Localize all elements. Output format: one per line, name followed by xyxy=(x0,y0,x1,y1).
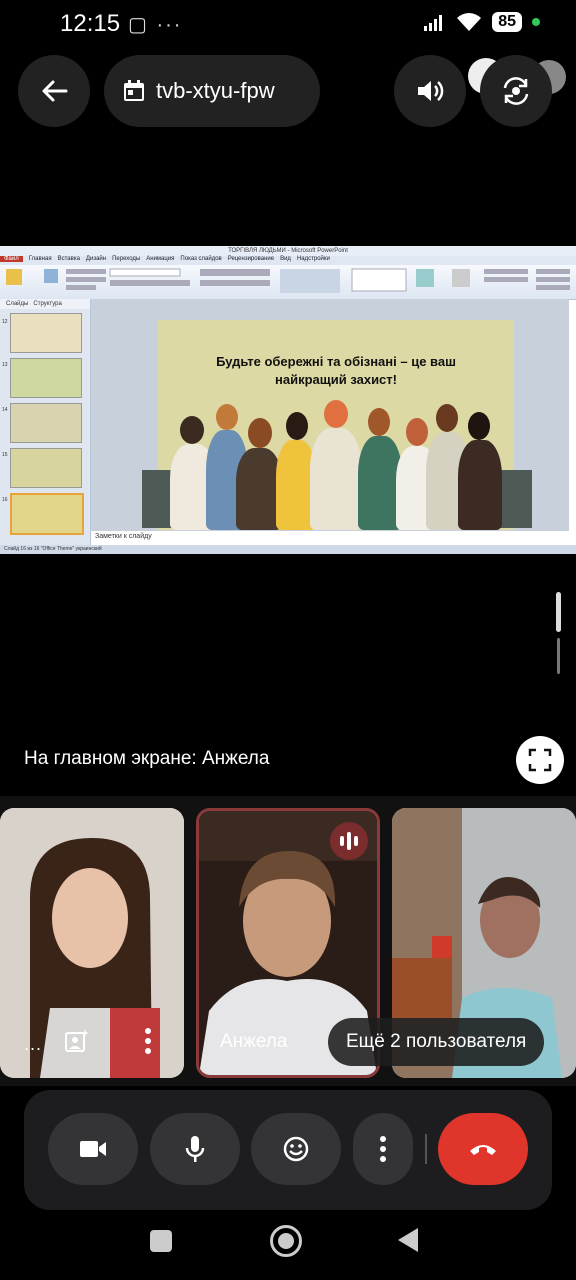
slide-notes: Заметки к слайду xyxy=(91,531,569,543)
calendar-icon xyxy=(124,80,144,101)
more-vert-icon xyxy=(145,1028,151,1054)
ppt-sidebar-tabs: Слайды Структура xyxy=(0,299,90,309)
status-notification-icons: ▢ ··· xyxy=(128,14,183,36)
slide-text: Будьте обережні та обізнані – це ваш най… xyxy=(216,354,456,387)
ppt-tab: Дизайн xyxy=(85,256,107,262)
meeting-code: tvb-xtyu-fpw xyxy=(156,78,275,103)
mic-button[interactable] xyxy=(150,1113,240,1185)
ppt-tab: Переходы xyxy=(112,256,141,262)
ppt-tab: Показ слайдов xyxy=(180,256,222,262)
thumb-number: 13 xyxy=(2,362,8,368)
ppt-tab: Рецензирование xyxy=(227,256,275,262)
fullscreen-icon xyxy=(528,748,552,772)
more-options-button[interactable] xyxy=(353,1113,413,1185)
controls-divider xyxy=(425,1134,427,1164)
ppt-slide-panel: Слайды Структура 12 13 14 15 16 xyxy=(0,299,91,545)
tile-menu-button[interactable] xyxy=(142,1026,154,1061)
nav-home-inner xyxy=(278,1233,294,1249)
ppt-ribbon-tabs: Файл Главная Вставка Дизайн Переходы Анимация… xyxy=(0,256,576,265)
ppt-window-title: ТОРГІВЛЯ ЛЮДЬМИ - Microsoft PowerPoint xyxy=(0,246,576,256)
thumb-number: 12 xyxy=(2,319,8,325)
wifi-icon xyxy=(457,13,482,31)
slide-thumbnail-selected[interactable] xyxy=(10,493,84,535)
current-slide xyxy=(142,320,532,530)
ppt-tab: Вид xyxy=(280,256,291,262)
speaking-indicator xyxy=(330,822,368,860)
end-call-button[interactable] xyxy=(438,1113,528,1185)
reactions-button[interactable] xyxy=(251,1113,341,1185)
screen-share[interactable]: ТОРГІВЛЯ ЛЮДЬМИ - Microsoft PowerPoint Ф… xyxy=(0,246,576,554)
slide-thumbnail[interactable] xyxy=(10,313,82,353)
camera-icon xyxy=(80,1141,106,1157)
ppt-tab: Надстройки xyxy=(296,256,330,262)
ppt-tab: Вставка xyxy=(57,256,80,262)
ppt-tab: Файл xyxy=(0,256,23,262)
status-right: 85 xyxy=(424,12,540,32)
ppt-status-bar: Слайд 16 из 16 "Office Theme" украинский xyxy=(0,545,576,554)
mic-icon xyxy=(185,1136,205,1162)
signal-icon xyxy=(424,15,443,31)
visual-effects-button[interactable] xyxy=(64,1028,90,1059)
ppt-tab: Анимация xyxy=(146,256,175,262)
scroll-track xyxy=(557,638,560,674)
switch-camera-icon xyxy=(503,77,529,105)
back-button[interactable] xyxy=(18,55,90,127)
scroll-indicator[interactable] xyxy=(556,592,561,632)
participant-name: Анжела xyxy=(220,1031,288,1052)
thumb-number: 16 xyxy=(2,497,8,503)
nav-recents-button[interactable] xyxy=(150,1230,172,1252)
status-time: 12:15 xyxy=(60,10,121,37)
emoji-icon xyxy=(283,1136,309,1162)
slide-thumbnail[interactable] xyxy=(10,358,82,398)
audio-output-button[interactable] xyxy=(394,55,466,127)
camera-button[interactable] xyxy=(48,1113,138,1185)
meeting-code-button[interactable]: tvb-xtyu-fpw xyxy=(104,55,320,127)
slide-thumbnail[interactable] xyxy=(10,403,82,443)
more-vert-icon xyxy=(380,1136,386,1162)
privacy-dot xyxy=(532,18,540,26)
tile-status-dots: ... xyxy=(24,1034,43,1054)
switch-camera-button[interactable] xyxy=(480,55,552,127)
battery-indicator: 85 xyxy=(492,12,522,32)
nav-back-button[interactable] xyxy=(398,1228,418,1252)
back-arrow-icon xyxy=(42,80,68,102)
thumb-number: 15 xyxy=(2,452,8,458)
effects-icon xyxy=(65,1029,89,1052)
volume-icon xyxy=(418,81,444,101)
ppt-ribbon-controls xyxy=(6,268,570,293)
more-participants-button[interactable]: Ещё 2 пользователя xyxy=(328,1018,545,1066)
end-call-icon xyxy=(470,1145,496,1155)
ppt-ribbon xyxy=(0,265,576,300)
main-screen-label: На главном экране: Анжела xyxy=(24,748,270,769)
thumb-number: 14 xyxy=(2,407,8,413)
ppt-tab: Главная xyxy=(28,256,52,262)
fullscreen-button[interactable] xyxy=(516,736,564,784)
slide-thumbnail[interactable] xyxy=(10,448,82,488)
